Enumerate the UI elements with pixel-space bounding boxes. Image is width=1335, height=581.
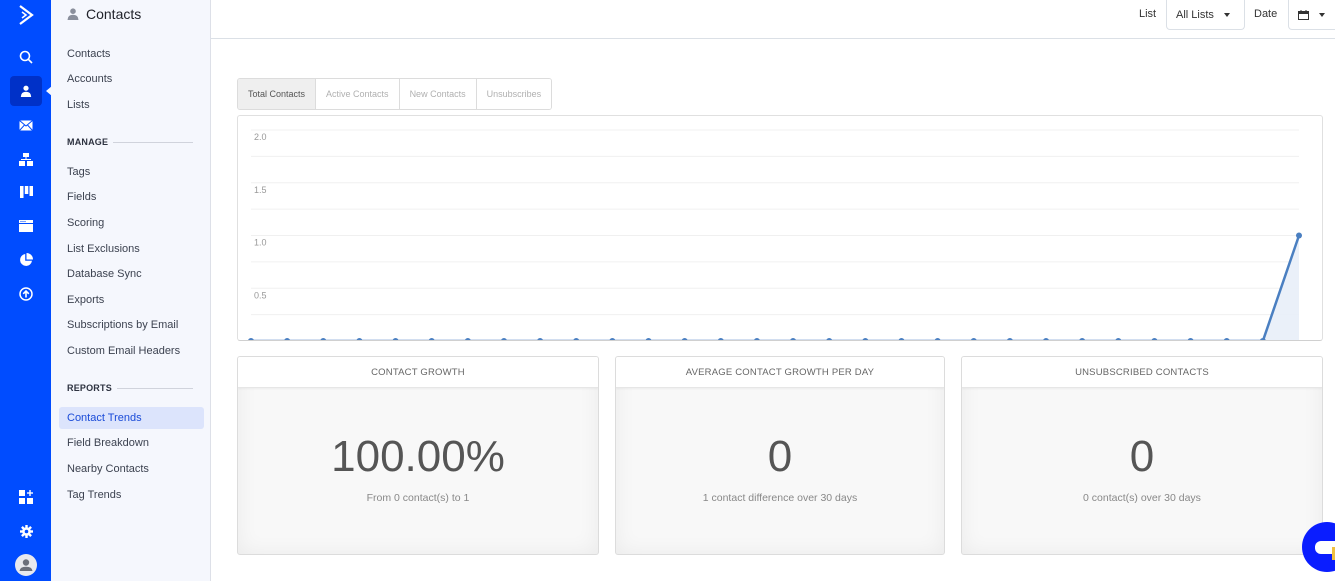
data-point [1079, 338, 1085, 340]
card-title: CONTACT GROWTH [238, 357, 598, 388]
sidebar-item-contact-trends[interactable]: Contact Trends [59, 407, 204, 429]
tab-active-contacts[interactable]: Active Contacts [316, 79, 400, 109]
apps-icon[interactable] [10, 482, 42, 512]
y-tick-label: 0.5 [254, 290, 267, 300]
sidebar-item-subscriptions-by-email[interactable]: Subscriptions by Email [59, 314, 204, 336]
date-filter-select[interactable] [1288, 0, 1335, 30]
sidebar-item-database-sync[interactable]: Database Sync [59, 263, 204, 285]
data-point [1187, 338, 1194, 340]
data-point [392, 338, 399, 340]
card-contact-growth: CONTACT GROWTH 100.00% From 0 contact(s)… [237, 356, 599, 555]
logo-icon[interactable] [10, 0, 42, 30]
icon-rail [0, 0, 52, 581]
divider [113, 141, 193, 143]
sidebar-item-lists[interactable]: Lists [59, 94, 204, 116]
y-tick-label: 1.5 [254, 185, 267, 195]
user-avatar-icon[interactable] [10, 550, 42, 580]
list-filter-select[interactable]: All Lists [1166, 0, 1245, 30]
contacts-icon[interactable] [10, 76, 42, 106]
upgrade-icon[interactable] [10, 279, 42, 309]
calendar-icon [1298, 9, 1309, 20]
card-title: AVERAGE CONTACT GROWTH PER DAY [616, 357, 944, 388]
card-average-growth: AVERAGE CONTACT GROWTH PER DAY 0 1 conta… [615, 356, 945, 555]
data-point [1043, 338, 1049, 340]
section-reports-heading: REPORTS [67, 383, 112, 393]
data-point [1151, 338, 1158, 340]
data-point [501, 338, 507, 340]
sidebar-item-fields[interactable]: Fields [59, 186, 204, 208]
filter-bar: List All Lists Date [211, 0, 1335, 39]
sidebar-header: Contacts [67, 5, 141, 23]
tab-new-contacts[interactable]: New Contacts [399, 79, 477, 109]
data-point [320, 338, 327, 340]
card-value: 0 [1129, 432, 1155, 481]
sidebar-item-tags[interactable]: Tags [59, 161, 204, 183]
list-filter-value: All Lists [1176, 8, 1214, 21]
data-point [284, 338, 290, 340]
data-point [1296, 232, 1302, 239]
data-point [1115, 338, 1122, 340]
data-point [898, 338, 905, 340]
chevron-down-icon [1223, 12, 1230, 17]
sidebar-item-nearby-contacts[interactable]: Nearby Contacts [59, 458, 204, 480]
data-point [573, 338, 580, 340]
automations-icon[interactable] [10, 144, 42, 174]
website-icon[interactable] [10, 211, 42, 241]
data-point [1007, 338, 1013, 340]
divider [116, 387, 193, 389]
data-point [826, 338, 833, 340]
data-point [248, 338, 254, 340]
data-point [609, 338, 616, 340]
sidebar-item-custom-email-headers[interactable]: Custom Email Headers [59, 340, 204, 362]
chevron-down-icon [1319, 12, 1325, 17]
settings-icon[interactable] [10, 516, 42, 546]
data-point [537, 338, 543, 340]
search-icon[interactable] [10, 42, 42, 72]
metric-tabs: Total Contacts Active Contacts New Conta… [237, 78, 553, 110]
data-point [717, 338, 724, 340]
y-tick-label: 1.0 [254, 238, 267, 248]
section-manage-heading: MANAGE [67, 137, 109, 147]
data-point [970, 338, 977, 340]
card-value: 0 [767, 432, 793, 481]
contacts-trend-chart: 0.5 1.0 1.5 2.0 [237, 115, 1323, 341]
sidebar-item-accounts[interactable]: Accounts [59, 68, 204, 90]
contacts-sidebar: Contacts Contacts Accounts Lists MANAGE … [51, 0, 211, 581]
list-filter-label: List [1139, 8, 1157, 20]
tab-unsubscribes[interactable]: Unsubscribes [476, 79, 552, 109]
sidebar-item-field-breakdown[interactable]: Field Breakdown [59, 432, 204, 454]
sidebar-item-tag-trends[interactable]: Tag Trends [59, 484, 204, 506]
data-point [862, 338, 869, 340]
card-title: UNSUBSCRIBED CONTACTS [962, 357, 1322, 388]
data-point [645, 338, 652, 340]
person-icon [67, 8, 79, 20]
section-reports: REPORTS [67, 383, 193, 393]
chart-svg: 0.5 1.0 1.5 2.0 [248, 129, 1302, 340]
sidebar-item-scoring[interactable]: Scoring [59, 212, 204, 234]
data-point [1223, 338, 1230, 340]
deals-icon[interactable] [10, 177, 42, 207]
data-point [790, 338, 796, 340]
data-point [681, 338, 688, 340]
card-subtitle: 0 contact(s) over 30 days [1083, 492, 1201, 504]
date-filter-label: Date [1254, 8, 1278, 20]
card-unsubscribed: UNSUBSCRIBED CONTACTS 0 0 contact(s) ove… [961, 356, 1323, 555]
section-manage: MANAGE [67, 137, 193, 147]
sidebar-title: Contacts [86, 6, 142, 22]
data-point [754, 338, 760, 340]
card-subtitle: From 0 contact(s) to 1 [366, 492, 470, 504]
sidebar-item-list-exclusions[interactable]: List Exclusions [59, 238, 204, 260]
tab-total-contacts[interactable]: Total Contacts [238, 79, 317, 109]
data-point [428, 338, 435, 340]
reports-icon[interactable] [10, 245, 42, 275]
card-subtitle: 1 contact difference over 30 days [702, 492, 858, 504]
sidebar-item-exports[interactable]: Exports [59, 289, 204, 311]
email-icon[interactable] [10, 110, 42, 140]
data-point [356, 338, 363, 340]
card-value: 100.00% [331, 432, 505, 481]
data-point [934, 338, 941, 340]
sidebar-item-contacts[interactable]: Contacts [59, 43, 204, 65]
y-tick-label: 2.0 [254, 132, 267, 142]
data-point [465, 338, 471, 340]
